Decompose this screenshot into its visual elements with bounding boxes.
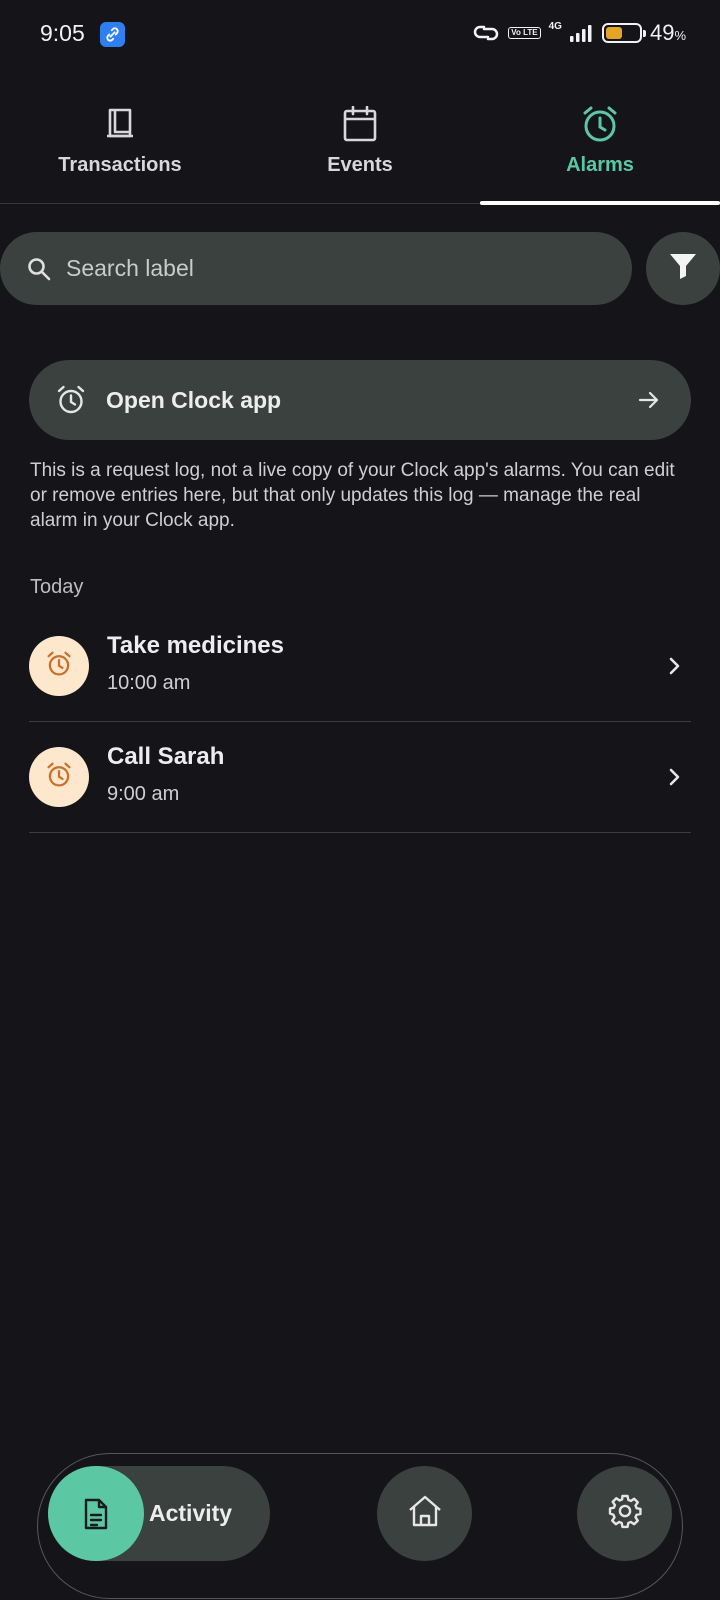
- alarm-icon: [580, 102, 620, 146]
- section-header: Today: [30, 576, 84, 598]
- search-input[interactable]: [66, 255, 586, 282]
- gear-icon: [607, 1493, 643, 1534]
- alarm-list: Take medicines 10:00 am Call Sarah 9:00 …: [29, 611, 691, 833]
- tab-alarms[interactable]: Alarms: [480, 96, 720, 205]
- home-icon: [407, 1494, 443, 1533]
- signal-icon: [569, 24, 594, 42]
- alarm-list-item[interactable]: Take medicines 10:00 am: [29, 611, 691, 722]
- tab-events[interactable]: Events: [240, 96, 480, 203]
- filter-button[interactable]: [646, 232, 720, 305]
- alarm-icon: [46, 762, 72, 793]
- chevron-right-icon: [663, 655, 685, 677]
- alarm-time: 9:00 am: [107, 782, 180, 805]
- nav-activity-label: Activity: [149, 1500, 233, 1526]
- nav-home-button[interactable]: [377, 1466, 472, 1561]
- tab-label: Events: [327, 154, 393, 176]
- status-time: 9:05: [40, 20, 85, 46]
- chevron-right-icon: [663, 766, 685, 788]
- alarm-title: Take medicines: [107, 631, 284, 659]
- calendar-icon: [340, 102, 380, 146]
- receipt-icon: [100, 102, 140, 146]
- alarm-avatar: [29, 636, 89, 696]
- filter-icon: [668, 251, 698, 286]
- alarm-clock-icon: [56, 385, 86, 415]
- tab-transactions[interactable]: Transactions: [0, 96, 240, 203]
- bottom-nav: Activity: [37, 1453, 683, 1599]
- hotspot-link-icon: [472, 23, 500, 43]
- nav-settings-button[interactable]: [577, 1466, 672, 1561]
- search-icon: [26, 256, 52, 282]
- network-type: 4G: [548, 20, 562, 32]
- open-clock-app-button[interactable]: Open Clock app: [29, 360, 691, 440]
- nav-activity-button[interactable]: Activity: [48, 1466, 270, 1561]
- alarm-icon: [46, 651, 72, 682]
- search-bar[interactable]: [0, 232, 632, 305]
- info-text: This is a request log, not a live copy o…: [30, 460, 675, 531]
- tab-label: Alarms: [566, 154, 634, 176]
- status-bar: 9:05 Vo LTE 4G 49%: [0, 0, 720, 70]
- link-app-icon: [100, 22, 125, 47]
- battery-percent: 49%: [649, 20, 686, 45]
- tab-label: Transactions: [58, 154, 182, 176]
- arrow-right-icon: [637, 388, 661, 412]
- tab-bar: Transactions Events Alarms: [0, 96, 720, 205]
- alarm-avatar: [29, 747, 89, 807]
- volte-badge: Vo LTE: [508, 27, 541, 39]
- alarm-list-item[interactable]: Call Sarah 9:00 am: [29, 722, 691, 833]
- battery-icon: [601, 23, 646, 43]
- alarm-time: 10:00 am: [107, 671, 191, 694]
- alarm-title: Call Sarah: [107, 742, 225, 770]
- open-clock-label: Open Clock app: [106, 386, 282, 413]
- document-icon: [48, 1466, 144, 1561]
